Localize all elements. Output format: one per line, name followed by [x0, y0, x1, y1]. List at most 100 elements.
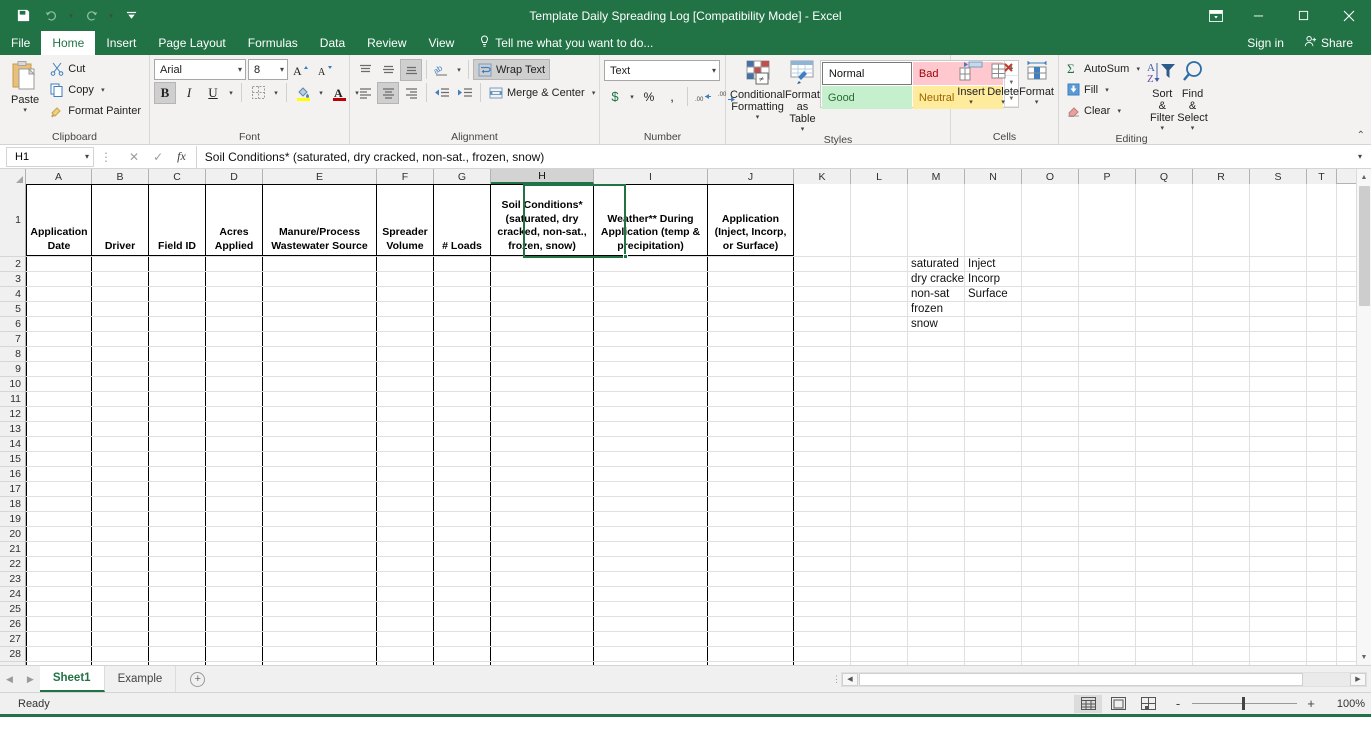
cell-G2[interactable]: [434, 257, 491, 271]
cell-O7[interactable]: [1022, 332, 1079, 346]
cell-S27[interactable]: [1250, 632, 1307, 646]
cell-D12[interactable]: [206, 407, 263, 421]
cell-F21[interactable]: [377, 542, 434, 556]
cell-B2[interactable]: [92, 257, 149, 271]
conditional-formatting-dropdown-icon[interactable]: ▾: [753, 113, 763, 121]
delete-cells-dropdown-icon[interactable]: ▾: [998, 98, 1008, 106]
cell-N27[interactable]: [965, 632, 1022, 646]
cell-C15[interactable]: [149, 452, 206, 466]
cell-P17[interactable]: [1079, 482, 1136, 496]
cell-S24[interactable]: [1250, 587, 1307, 601]
cell-O8[interactable]: [1022, 347, 1079, 361]
underline-dropdown-icon[interactable]: ▾: [226, 89, 236, 97]
bold-button[interactable]: B: [154, 82, 176, 104]
cell-F24[interactable]: [377, 587, 434, 601]
cell-L1[interactable]: [851, 184, 908, 256]
cell-R29[interactable]: [1193, 662, 1250, 665]
cell-A7[interactable]: [26, 332, 92, 346]
cell-O4[interactable]: [1022, 287, 1079, 301]
cell-R2[interactable]: [1193, 257, 1250, 271]
cell-F11[interactable]: [377, 392, 434, 406]
tab-formulas[interactable]: Formulas: [237, 31, 309, 55]
cell-I11[interactable]: [594, 392, 708, 406]
format-cells-dropdown-icon[interactable]: ▾: [1032, 98, 1042, 106]
cell-E29[interactable]: [263, 662, 377, 665]
cell-H7[interactable]: [491, 332, 594, 346]
minimize-icon[interactable]: [1236, 0, 1281, 31]
column-header-h[interactable]: H: [491, 169, 594, 184]
cell-T16[interactable]: [1307, 467, 1337, 481]
column-header-f[interactable]: F: [377, 169, 434, 184]
cell-Q18[interactable]: [1136, 497, 1193, 511]
cell-B13[interactable]: [92, 422, 149, 436]
cell-N21[interactable]: [965, 542, 1022, 556]
row-header-2[interactable]: 2: [0, 257, 25, 272]
row-header-13[interactable]: 13: [0, 422, 25, 437]
cell-E19[interactable]: [263, 512, 377, 526]
close-icon[interactable]: [1326, 0, 1371, 31]
scroll-right-icon[interactable]: ▶: [1350, 673, 1366, 686]
cell-D25[interactable]: [206, 602, 263, 616]
cell-R26[interactable]: [1193, 617, 1250, 631]
cell-I7[interactable]: [594, 332, 708, 346]
row-header-29[interactable]: 29: [0, 662, 25, 665]
cell-H22[interactable]: [491, 557, 594, 571]
cell-J24[interactable]: [708, 587, 794, 601]
cell-F12[interactable]: [377, 407, 434, 421]
cell-Q6[interactable]: [1136, 317, 1193, 331]
cell-L6[interactable]: [851, 317, 908, 331]
cell-I19[interactable]: [594, 512, 708, 526]
cell-H18[interactable]: [491, 497, 594, 511]
header-cell-C1[interactable]: Field ID: [149, 184, 206, 256]
sheet-tab-sheet1[interactable]: Sheet1: [40, 666, 105, 692]
cell-R28[interactable]: [1193, 647, 1250, 661]
cell-R4[interactable]: [1193, 287, 1250, 301]
cell-J4[interactable]: [708, 287, 794, 301]
cell-P6[interactable]: [1079, 317, 1136, 331]
header-cell-B1[interactable]: Driver: [92, 184, 149, 256]
cell-G22[interactable]: [434, 557, 491, 571]
cell-D3[interactable]: [206, 272, 263, 286]
cell-N28[interactable]: [965, 647, 1022, 661]
row-header-6[interactable]: 6: [0, 317, 25, 332]
cell-F8[interactable]: [377, 347, 434, 361]
cell-M9[interactable]: [908, 362, 965, 376]
row-header-21[interactable]: 21: [0, 542, 25, 557]
cell-B20[interactable]: [92, 527, 149, 541]
merge-center-dropdown-icon[interactable]: ▾: [589, 89, 599, 97]
cell-Q2[interactable]: [1136, 257, 1193, 271]
cell-S19[interactable]: [1250, 512, 1307, 526]
row-header-19[interactable]: 19: [0, 512, 25, 527]
cell-C24[interactable]: [149, 587, 206, 601]
fill-handle[interactable]: [623, 254, 628, 259]
cell-D8[interactable]: [206, 347, 263, 361]
cell-L28[interactable]: [851, 647, 908, 661]
cell-G26[interactable]: [434, 617, 491, 631]
cell-F6[interactable]: [377, 317, 434, 331]
autosum-button[interactable]: Σ AutoSum ▾: [1063, 58, 1147, 79]
cell-C19[interactable]: [149, 512, 206, 526]
cell-K11[interactable]: [794, 392, 851, 406]
tab-page-layout[interactable]: Page Layout: [147, 31, 236, 55]
cell-S20[interactable]: [1250, 527, 1307, 541]
header-cell-D1[interactable]: Acres Applied: [206, 184, 263, 256]
cell-T9[interactable]: [1307, 362, 1337, 376]
tab-insert[interactable]: Insert: [95, 31, 147, 55]
customize-qat-icon[interactable]: [118, 4, 144, 28]
column-header-m[interactable]: M: [908, 169, 965, 184]
cell-F18[interactable]: [377, 497, 434, 511]
cell-I24[interactable]: [594, 587, 708, 601]
row-header-24[interactable]: 24: [0, 587, 25, 602]
row-header-3[interactable]: 3: [0, 272, 25, 287]
cell-G27[interactable]: [434, 632, 491, 646]
cell-B10[interactable]: [92, 377, 149, 391]
cell-R3[interactable]: [1193, 272, 1250, 286]
cell-O6[interactable]: [1022, 317, 1079, 331]
cell-S1[interactable]: [1250, 184, 1307, 256]
cell-E5[interactable]: [263, 302, 377, 316]
cell-H26[interactable]: [491, 617, 594, 631]
cell-R23[interactable]: [1193, 572, 1250, 586]
cell-S29[interactable]: [1250, 662, 1307, 665]
cell-P22[interactable]: [1079, 557, 1136, 571]
cell-E21[interactable]: [263, 542, 377, 556]
